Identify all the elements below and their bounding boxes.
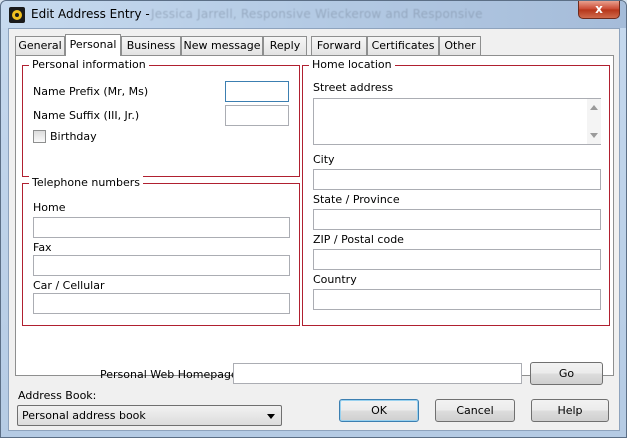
state-province-label: State / Province [313,193,400,206]
birthday-checkbox[interactable] [33,130,46,143]
tab-reply[interactable]: Reply [263,36,307,55]
street-address-label: Street address [313,81,394,94]
car-cellular-label: Car / Cellular [33,279,105,292]
tab-other[interactable]: Other [439,36,481,55]
name-prefix-label: Name Prefix (Mr, Ms) [33,85,149,98]
home-location-label: Home location [309,58,395,71]
chevron-down-icon [267,414,275,419]
tab-business[interactable]: Business [121,36,181,55]
personal-information-label: Personal information [29,58,149,71]
tab-new-message[interactable]: New message [181,36,263,55]
telephone-numbers-label: Telephone numbers [29,176,144,189]
edit-address-entry-dialog: Edit Address Entry - Jessica Jarrell, Re… [0,0,627,438]
ok-button[interactable]: OK [339,399,419,422]
address-book-label: Address Book: [18,389,97,402]
name-prefix-field[interactable] [225,81,289,102]
app-logo-icon [9,7,25,23]
state-province-field[interactable] [313,209,601,230]
go-button[interactable]: Go [530,362,603,385]
telephone-numbers-group: Telephone numbers Home Fax Car / Cellula… [22,176,300,326]
zip-postal-code-label: ZIP / Postal code [313,233,404,246]
name-suffix-label: Name Suffix (III, Jr.) [33,109,140,122]
help-button[interactable]: Help [531,399,609,422]
street-address-scrollbar[interactable] [587,99,601,144]
fax-label: Fax [33,241,52,254]
street-address-field[interactable] [313,98,601,145]
dialog-body: General Personal Business New message Re… [8,28,620,431]
tab-personal[interactable]: Personal [65,34,121,56]
tab-general[interactable]: General [15,36,65,55]
country-field[interactable] [313,289,601,310]
web-homepage-label: Personal Web Homepage [100,368,238,381]
tab-forward[interactable]: Forward [311,36,367,55]
address-book-select[interactable]: Personal address book [17,405,282,426]
birthday-label: Birthday [50,130,97,143]
zip-postal-code-field[interactable] [313,249,601,270]
close-button[interactable]: x [578,1,620,19]
window-title: Edit Address Entry - [31,7,150,21]
window-title-behind: Jessica Jarrell, Responsive Wieckerow an… [151,7,483,21]
home-phone-field[interactable] [33,217,290,238]
title-bar[interactable]: Edit Address Entry - Jessica Jarrell, Re… [1,1,626,28]
fax-field[interactable] [33,255,290,276]
personal-information-group: Personal information Name Prefix (Mr, Ms… [22,58,300,177]
city-field[interactable] [313,169,601,190]
tab-certificates[interactable]: Certificates [367,36,439,55]
web-homepage-field[interactable] [233,363,522,384]
country-label: Country [313,273,357,286]
city-label: City [313,153,335,166]
scroll-up-icon[interactable] [590,105,598,110]
personal-tab-panel: Personal information Name Prefix (Mr, Ms… [15,55,614,385]
cancel-button[interactable]: Cancel [435,399,515,422]
scroll-down-icon[interactable] [590,133,598,138]
close-icon: x [595,2,603,16]
name-suffix-field[interactable] [225,105,289,126]
address-book-selected: Personal address book [22,409,146,422]
home-phone-label: Home [33,201,66,214]
car-cellular-field[interactable] [33,293,290,314]
home-location-group: Home location Street address City State … [302,58,610,326]
